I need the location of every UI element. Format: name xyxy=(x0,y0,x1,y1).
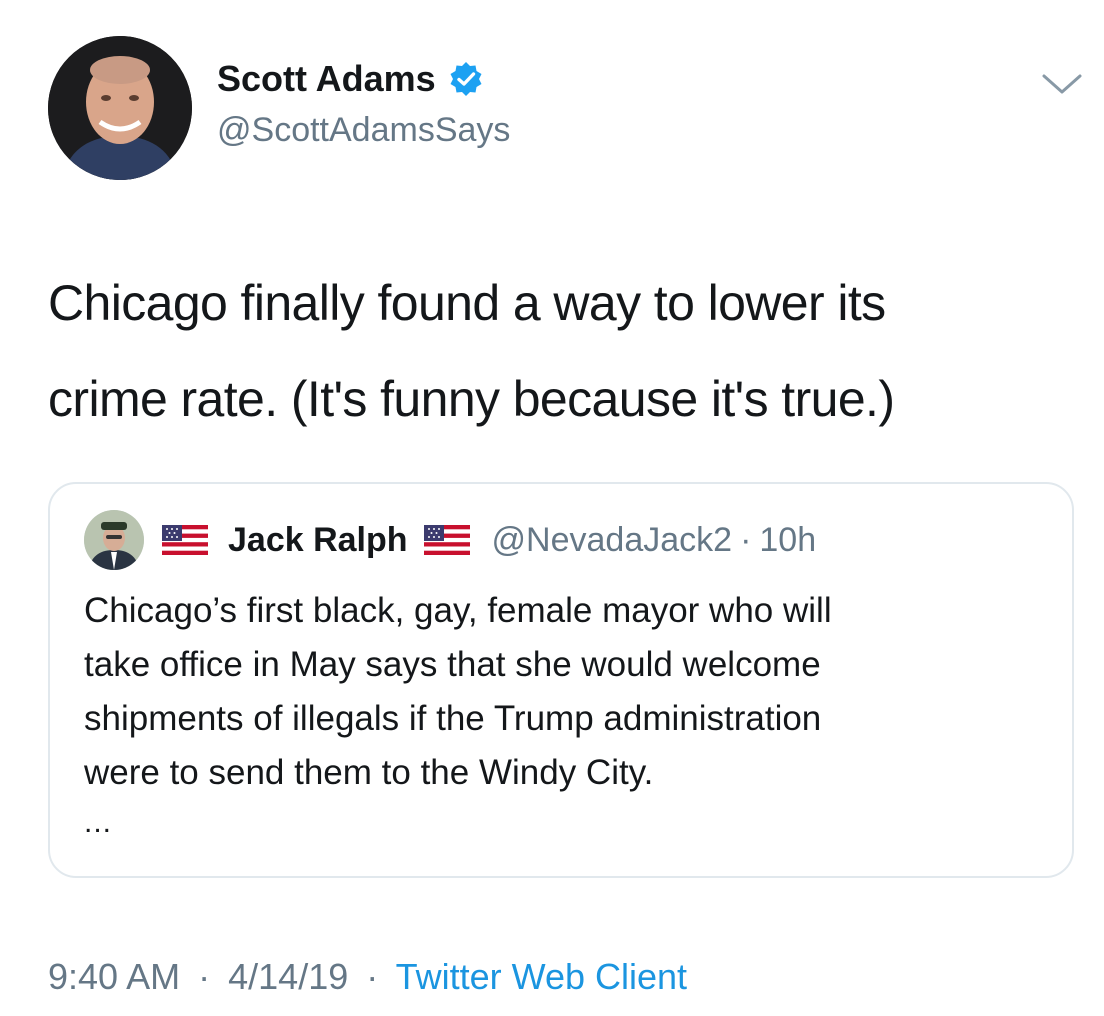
verified-badge-icon xyxy=(448,61,484,97)
quoted-text-line: were to send them to the Windy City. xyxy=(84,753,654,792)
meta-separator: · xyxy=(740,520,752,559)
us-flag-icon xyxy=(162,525,208,555)
tweet-text-line: crime rate. (It's funny because it's tru… xyxy=(48,371,895,427)
tweet-text: Chicago finally found a way to lower its… xyxy=(48,255,1068,447)
quoted-text-line: take office in May says that she would w… xyxy=(84,645,821,684)
quoted-tweet[interactable]: Jack Ralph @NevadaJack2 · 10h Chicago’s … xyxy=(48,482,1074,878)
author-name[interactable]: Scott Adams xyxy=(217,56,436,102)
tweet-date[interactable]: 4/14/19 xyxy=(228,956,348,997)
meta-separator: · xyxy=(366,956,379,997)
quoted-text-line: shipments of illegals if the Trump admin… xyxy=(84,699,822,738)
tweet-text-line: Chicago finally found a way to lower its xyxy=(48,275,886,331)
quoted-tweet-more-indicator: ... xyxy=(84,806,113,839)
meta-separator: · xyxy=(198,956,211,997)
quoted-tweet-time[interactable]: 10h xyxy=(759,521,816,560)
author-avatar[interactable] xyxy=(48,36,192,180)
tweet-footer: 9:40 AM · 4/14/19 · Twitter Web Client xyxy=(48,952,687,1002)
quoted-tweet-text: Chicago’s first black, gay, female mayor… xyxy=(84,584,1044,800)
quoted-text-line: Chicago’s first black, gay, female mayor… xyxy=(84,591,832,630)
quoted-author-handle[interactable]: @NevadaJack2 xyxy=(492,521,733,560)
author-name-row[interactable]: Scott Adams xyxy=(217,56,484,102)
tweet-client-link[interactable]: Twitter Web Client xyxy=(396,956,687,997)
quoted-author-avatar xyxy=(84,510,144,570)
quoted-author-name[interactable]: Jack Ralph xyxy=(228,521,408,560)
us-flag-icon xyxy=(423,525,470,555)
tweet-time[interactable]: 9:40 AM xyxy=(48,956,180,997)
quoted-tweet-header: Jack Ralph @NevadaJack2 · 10h xyxy=(162,514,816,566)
author-handle[interactable]: @ScottAdamsSays xyxy=(217,108,510,152)
chevron-down-icon[interactable] xyxy=(1040,70,1084,98)
